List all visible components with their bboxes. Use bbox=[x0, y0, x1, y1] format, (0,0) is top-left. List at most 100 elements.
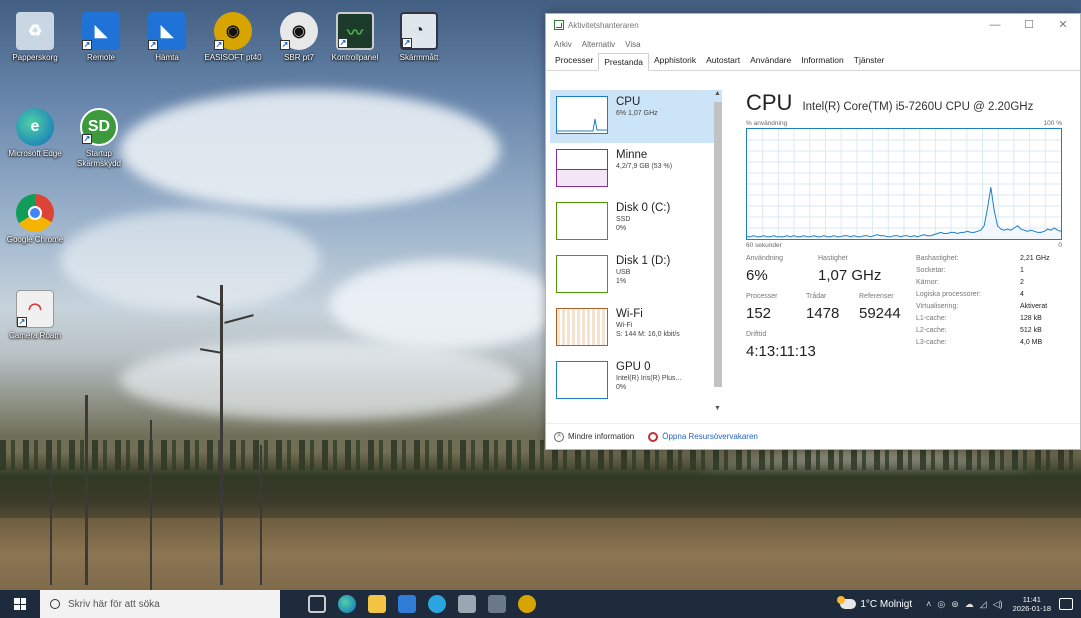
resource-item-disk0[interactable]: Disk 0 (C:) SSD 0% bbox=[550, 196, 722, 249]
resource-detail: USB bbox=[616, 269, 631, 276]
cpu-usage-graph bbox=[746, 128, 1062, 240]
desktop-icon-recycle-bin[interactable]: ♻ Papperskorg bbox=[2, 12, 68, 63]
resource-list-scrollbar[interactable]: ▲ ▼ bbox=[712, 90, 724, 412]
menu-file[interactable]: Arkiv bbox=[554, 40, 572, 49]
close-button[interactable]: ✕ bbox=[1046, 14, 1080, 36]
desktop-icon-startup[interactable]: SD ↗ Startup Skärmskydd bbox=[66, 108, 132, 169]
scroll-up-arrow-icon[interactable]: ▲ bbox=[714, 90, 721, 97]
minimize-button[interactable]: — bbox=[978, 14, 1012, 36]
menu-bar: Arkiv Alternativ Visa bbox=[546, 36, 1080, 52]
mini-graph-wifi bbox=[556, 308, 608, 346]
desktop-icon-download[interactable]: ◣ ↗ Hämta bbox=[134, 12, 200, 63]
tray-app-icon[interactable]: ☁ bbox=[965, 599, 974, 610]
search-placeholder: Skriv här för att söka bbox=[68, 598, 160, 610]
tab-bar: Processer Prestanda Apphistorik Autostar… bbox=[546, 52, 1080, 71]
desktop-icon-easisoft[interactable]: ◉ ↗ EASISOFT pt40 bbox=[200, 12, 266, 63]
scroll-thumb[interactable] bbox=[714, 102, 722, 387]
tab-processes[interactable]: Processer bbox=[550, 52, 598, 70]
tray-app-icon[interactable]: ◎ bbox=[937, 599, 945, 610]
chevron-up-icon: ˄ bbox=[554, 431, 564, 442]
spec-value: 4,0 MB bbox=[1020, 339, 1043, 346]
tray-app-icon[interactable]: ⊛ bbox=[951, 599, 959, 610]
weather-text: 1°C Molnigt bbox=[860, 598, 913, 610]
tab-performance[interactable]: Prestanda bbox=[598, 53, 650, 71]
open-resource-monitor-link[interactable]: Öppna Resursövervakaren bbox=[648, 431, 758, 442]
dead-tree bbox=[260, 445, 262, 585]
volume-icon[interactable]: ◁) bbox=[993, 599, 1003, 610]
tab-users[interactable]: Användare bbox=[745, 52, 796, 70]
speed-label: Hastighet bbox=[818, 255, 848, 262]
desktop-icon-chrome[interactable]: Google Chrome bbox=[2, 194, 68, 245]
desktop-icon-label: SBR pt7 bbox=[284, 53, 314, 62]
spec-key: Socketar: bbox=[916, 267, 946, 274]
spec-value: 1 bbox=[1020, 267, 1024, 274]
desktop-icon-edge[interactable]: e Microsoft Edge bbox=[2, 108, 68, 159]
desktop-icon-label: Remote bbox=[86, 53, 115, 62]
speed-value: 1,07 GHz bbox=[818, 267, 882, 284]
resource-list: CPU 6% 1,07 GHz Minne 4,2/7,9 GB (53 %) … bbox=[550, 90, 722, 412]
app-icon[interactable] bbox=[458, 595, 476, 613]
desktop-icon-control-panel[interactable]: 〰 ↗ Kontrollpanel bbox=[322, 12, 388, 63]
processes-value: 152 bbox=[746, 305, 772, 322]
task-manager-window[interactable]: Aktivitetshanteraren — ☐ ✕ Arkiv Alterna… bbox=[545, 13, 1081, 450]
task-view-icon[interactable] bbox=[308, 595, 326, 613]
chevron-up-icon[interactable]: ˄ bbox=[926, 599, 931, 610]
desktop-icon-remote[interactable]: ◣ ↗ Remote bbox=[68, 12, 134, 63]
usage-value: 6% bbox=[746, 267, 768, 284]
app-icon[interactable] bbox=[428, 595, 446, 613]
menu-options[interactable]: Alternativ bbox=[582, 40, 615, 49]
desktop-icon-label: Skärmmått bbox=[399, 53, 439, 62]
desktop-icon-label: Kontrollpanel bbox=[331, 53, 379, 62]
start-button[interactable] bbox=[0, 590, 40, 618]
file-explorer-icon[interactable] bbox=[368, 595, 386, 613]
resource-item-wifi[interactable]: Wi-Fi Wi-Fi S: 144 M: 16,0 kbit/s bbox=[550, 302, 722, 355]
tab-app-history[interactable]: Apphistorik bbox=[649, 52, 701, 70]
tab-services[interactable]: Tjänster bbox=[849, 52, 890, 70]
resource-item-memory[interactable]: Minne 4,2/7,9 GB (53 %) bbox=[550, 143, 722, 196]
notification-icon[interactable] bbox=[1059, 598, 1073, 610]
desktop-icon-label: Microsoft Edge bbox=[8, 149, 62, 158]
taskbar-search-box[interactable]: Skriv här för att söka bbox=[40, 590, 280, 618]
tab-details[interactable]: Information bbox=[796, 52, 849, 70]
resource-item-cpu[interactable]: CPU 6% 1,07 GHz bbox=[550, 90, 722, 143]
weather-widget[interactable]: 1°C Molnigt bbox=[837, 596, 913, 610]
forest bbox=[0, 452, 1081, 522]
resource-item-gpu[interactable]: GPU 0 Intel(R) Iris(R) Plus... 0% bbox=[550, 355, 722, 408]
graph-label-right: 100 % bbox=[1043, 120, 1062, 127]
open-resource-monitor-label: Öppna Resursövervakaren bbox=[662, 432, 758, 441]
resource-usage: 0% bbox=[616, 384, 627, 391]
resource-detail: SSD bbox=[616, 216, 631, 223]
resource-detail: 6% 1,07 GHz bbox=[616, 110, 658, 117]
meter-icon: ◔ ↗ bbox=[400, 12, 438, 50]
desktop-icon-camera[interactable]: ◠ ↗ Camera Roam bbox=[2, 290, 68, 341]
easisoft-taskbar-icon[interactable] bbox=[518, 595, 536, 613]
resource-monitor-icon bbox=[648, 431, 659, 442]
cloud bbox=[330, 260, 560, 350]
bog-ground bbox=[0, 518, 1081, 590]
resource-item-disk1[interactable]: Disk 1 (D:) USB 1% bbox=[550, 249, 722, 302]
maximize-button[interactable]: ☐ bbox=[1012, 14, 1046, 36]
task-manager-taskbar-icon[interactable] bbox=[488, 595, 506, 613]
edge-icon: e bbox=[16, 108, 54, 146]
dead-tree bbox=[85, 395, 88, 585]
edge-taskbar-icon[interactable] bbox=[338, 595, 356, 613]
resource-name: Disk 0 (C:) bbox=[616, 202, 671, 214]
resource-name: CPU bbox=[616, 96, 641, 108]
spec-key: Bashastighet: bbox=[916, 255, 959, 262]
mini-graph-memory bbox=[556, 149, 608, 187]
desktop-icon-meter[interactable]: ◔ ↗ Skärmmått bbox=[386, 12, 452, 63]
scroll-down-arrow-icon[interactable]: ▼ bbox=[714, 405, 721, 412]
menu-view[interactable]: Visa bbox=[625, 40, 640, 49]
spec-key: Virtualisering: bbox=[916, 303, 959, 310]
usage-label: Användning bbox=[746, 255, 783, 262]
spec-key: L1-cache: bbox=[916, 315, 947, 322]
network-icon[interactable]: ◿ bbox=[980, 599, 987, 610]
resource-usage: 0% bbox=[616, 225, 627, 232]
clock[interactable]: 11:41 2026-01-18 bbox=[1013, 595, 1051, 613]
store-icon[interactable] bbox=[398, 595, 416, 613]
title-bar[interactable]: Aktivitetshanteraren — ☐ ✕ bbox=[546, 14, 1080, 36]
tab-startup[interactable]: Autostart bbox=[701, 52, 745, 70]
windows-logo-icon bbox=[14, 598, 26, 610]
fewer-details-button[interactable]: ˄ Mindre information bbox=[554, 431, 634, 442]
control-panel-icon: 〰 ↗ bbox=[336, 12, 374, 50]
